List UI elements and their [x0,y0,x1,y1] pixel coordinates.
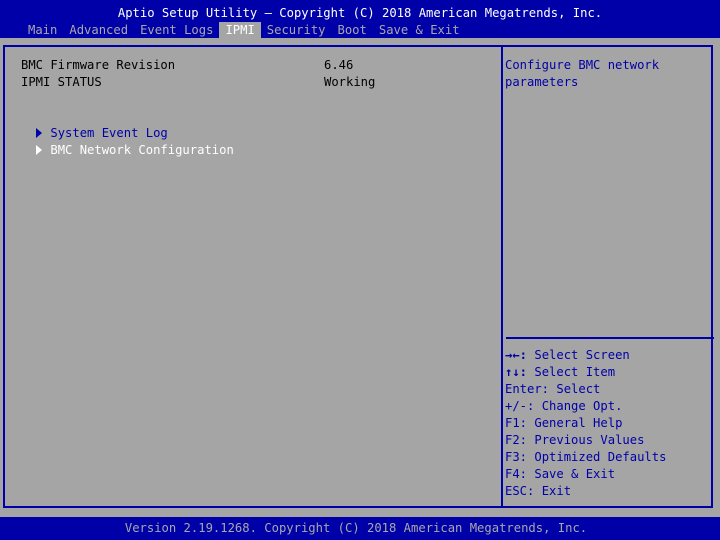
key-hint-select-item: ↑↓: Select Item [505,364,666,381]
key-hint-desc: Exit [534,484,572,498]
tab-boot[interactable]: Boot [332,22,373,39]
key-hint-f3: F3: Optimized Defaults [505,449,666,466]
arrow-left-right-icon: →←: [505,348,528,362]
panel-divider [501,47,503,506]
help-text: Configure BMC network parameters [505,58,660,89]
key-hint-desc: Save & Exit [527,467,616,481]
key-hint-desc: Select [549,382,601,396]
footer-bar: Version 2.19.1268. Copyright (C) 2018 Am… [0,517,720,540]
key-hint-select-screen: →←: Select Screen [505,347,666,364]
key-hint-key: F1: [505,416,528,430]
main-frame: BMC Firmware Revision 6.46 IPMI STATUS W… [3,45,714,508]
ipmi-status-label: IPMI STATUS [21,75,102,89]
key-hint-key: +/-: [505,399,535,413]
key-hint-desc: Optimized Defaults [527,450,667,464]
arrow-up-down-icon: ↑↓: [505,365,528,379]
key-hint-desc: Select Item [527,365,616,379]
key-hint-key: ESC: [505,484,535,498]
submenu-bmc-network-configuration[interactable]: BMC Network Configuration [7,125,234,176]
key-hint-key: F2: [505,433,528,447]
app-title: Aptio Setup Utility – Copyright (C) 2018… [117,6,603,20]
key-hint-key: Enter: [505,382,550,396]
submenu-label: BMC Network Configuration [50,143,234,157]
tab-main[interactable]: Main [22,22,63,39]
key-hint-change-opt: +/-: Change Opt. [505,398,666,415]
submenu-arrow-icon [36,145,43,155]
key-hint-desc: Previous Values [527,433,645,447]
key-hint-f2: F2: Previous Values [505,432,666,449]
tab-ipmi[interactable]: IPMI [219,22,261,39]
key-hint-f4: F4: Save & Exit [505,466,666,483]
tab-save-exit[interactable]: Save & Exit [373,22,466,39]
key-hint-desc: General Help [527,416,623,430]
key-hint-desc: Select Screen [527,348,630,362]
tab-event-logs[interactable]: Event Logs [134,22,219,39]
key-hint-esc: ESC: Exit [505,483,666,500]
key-hint-enter: Enter: Select [505,381,666,398]
key-legend: →←: Select Screen ↑↓: Select Item Enter:… [505,347,666,500]
key-hint-f1: F1: General Help [505,415,666,432]
tab-security[interactable]: Security [261,22,332,39]
version-footer: Version 2.19.1268. Copyright (C) 2018 Am… [124,521,588,535]
key-hint-key: F4: [505,467,528,481]
ipmi-status-value: Working [324,75,376,89]
help-separator [506,337,714,339]
key-hint-key: F3: [505,450,528,464]
key-hint-desc: Change Opt. [534,399,623,413]
tab-advanced[interactable]: Advanced [63,22,134,39]
bmc-firmware-revision-value: 6.46 [324,58,354,72]
menu-tabs: Main Advanced Event Logs IPMI Security B… [22,22,466,39]
bmc-firmware-revision-label: BMC Firmware Revision [21,58,176,72]
title-bar: Aptio Setup Utility – Copyright (C) 2018… [0,0,720,39]
